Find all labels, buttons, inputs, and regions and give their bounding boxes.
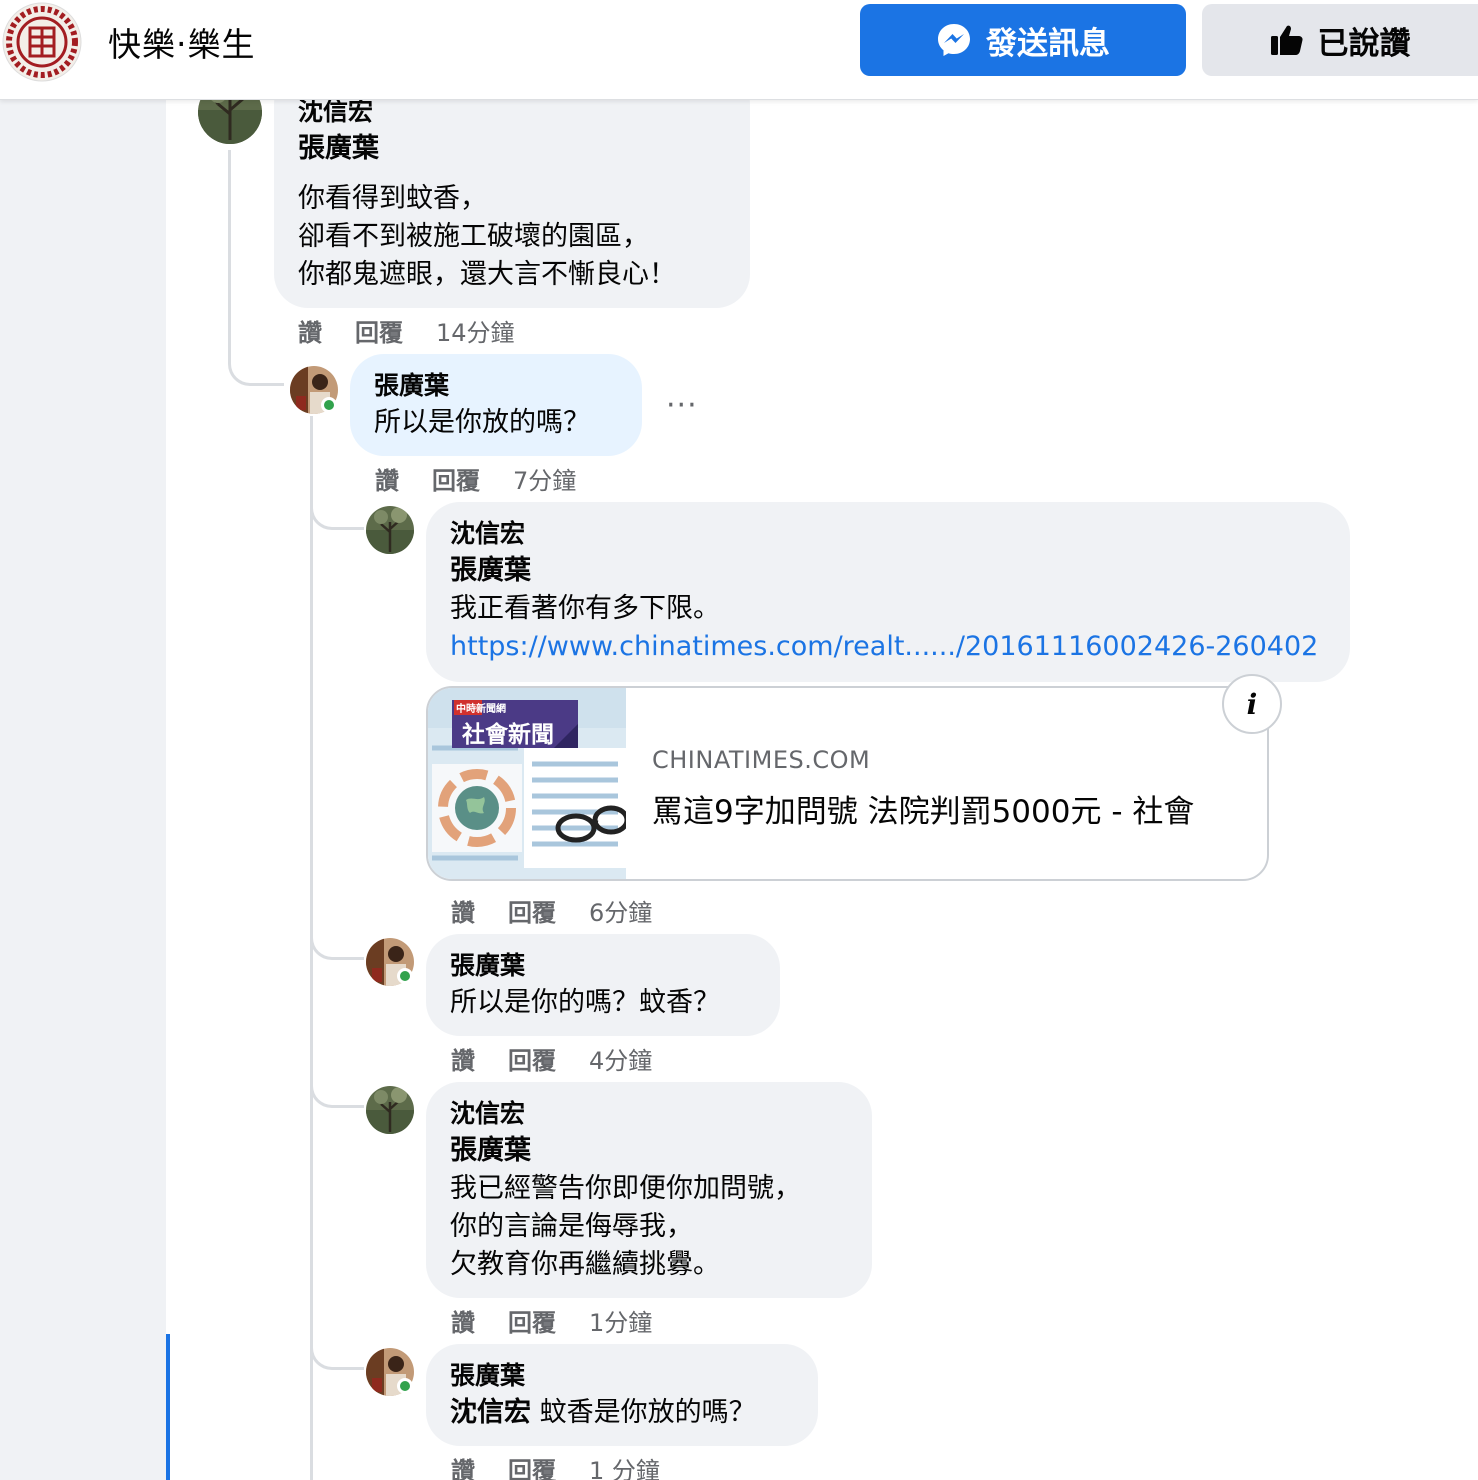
info-icon[interactable]: i: [1222, 674, 1282, 734]
like-link[interactable]: 讚: [451, 1041, 475, 1076]
comment-timestamp[interactable]: 4分鐘: [589, 1041, 652, 1076]
comment-text-line: 卻看不到被施工破壞的園區，: [298, 221, 649, 252]
link-preview-thumbnail: 中時新聞網 社會新聞: [428, 688, 630, 879]
comment-author[interactable]: 張廣葉: [450, 948, 756, 984]
comment-text-line: 你都鬼遮眼，還大言不慚良心！: [298, 259, 676, 290]
focus-indicator: [166, 1334, 170, 1480]
reply-link[interactable]: 回覆: [355, 313, 403, 348]
link-preview-card[interactable]: 中時新聞網 社會新聞 CHINATIMES.COM 罵這9字加問號 法院判罰50…: [426, 686, 1269, 881]
like-link[interactable]: 讚: [375, 461, 399, 496]
comment-actions: 讚 回覆 1 分鐘: [451, 1451, 660, 1480]
thread-line: [310, 500, 364, 530]
like-link[interactable]: 讚: [298, 313, 322, 348]
avatar[interactable]: [366, 1086, 414, 1134]
comment-actions: 讚 回覆 4分鐘: [451, 1041, 652, 1076]
online-status-indicator: [321, 397, 337, 413]
liked-label: 已說讚: [1317, 25, 1411, 62]
link-preview-domain: CHINATIMES.COM: [652, 746, 871, 774]
comment-author[interactable]: 沈信宏: [450, 1096, 848, 1132]
reply-link[interactable]: 回覆: [508, 1451, 556, 1480]
comment-text-line: 沈信宏 蚊香是你放的嗎？: [450, 1394, 794, 1432]
reply-link[interactable]: 回覆: [508, 1303, 556, 1338]
comment-bubble: 張廣葉 所以是你放的嗎？: [350, 354, 642, 456]
reply-link[interactable]: 回覆: [508, 1041, 556, 1076]
liked-button[interactable]: 已說讚: [1202, 4, 1478, 76]
comment-bubble: 沈信宏 張廣葉 你看得到蚊香， 卻看不到被施工破壞的園區， 你都鬼遮眼，還大言不…: [274, 70, 750, 308]
thread-line: [310, 928, 364, 960]
left-gutter: [0, 100, 166, 1480]
comment-bubble: 沈信宏 張廣葉 我已經警告你即便你加問號， 你的言論是侮辱我， 欠教育你再繼續挑…: [426, 1082, 872, 1298]
thread-line: [310, 1076, 364, 1108]
online-status-indicator: [397, 1378, 413, 1394]
comment-text-line: 所以是你的嗎？蚊香？: [450, 987, 720, 1018]
comment-timestamp[interactable]: 7分鐘: [513, 461, 576, 496]
comment-text-line: 欠教育你再繼續挑釁。: [450, 1249, 720, 1280]
comment-link[interactable]: https://www.chinatimes.com/realt....../2…: [450, 628, 1326, 666]
like-link[interactable]: 讚: [451, 893, 475, 928]
comment-bubble: 張廣葉 所以是你的嗎？蚊香？: [426, 934, 780, 1036]
comment-bubble: 張廣葉 沈信宏 蚊香是你放的嗎？: [426, 1344, 818, 1446]
reply-link[interactable]: 回覆: [432, 461, 480, 496]
online-status-indicator: [397, 968, 413, 984]
preview-badge-title: 社會新聞: [462, 721, 554, 748]
comment-mention[interactable]: 張廣葉: [450, 552, 1326, 590]
page-name[interactable]: 快樂‧樂生: [108, 18, 256, 66]
comment-text-line: 所以是你放的嗎？: [374, 407, 590, 438]
more-options-icon[interactable]: ···: [666, 388, 698, 423]
thread-line: [310, 1338, 364, 1370]
preview-badge-brand: 中時新聞網: [456, 702, 506, 715]
avatar[interactable]: [366, 506, 414, 554]
comment-timestamp[interactable]: 6分鐘: [589, 893, 652, 928]
comment-author[interactable]: 張廣葉: [450, 1358, 794, 1394]
comment-mention[interactable]: 張廣葉: [298, 130, 726, 168]
messenger-icon: [936, 22, 972, 58]
comment-actions: 讚 回覆 7分鐘: [375, 461, 576, 496]
comment-text: 蚊香是你放的嗎？: [539, 1397, 756, 1428]
comment-timestamp[interactable]: 1 分鐘: [589, 1451, 660, 1480]
comment-timestamp[interactable]: 14分鐘: [436, 313, 515, 348]
link-preview-title[interactable]: 罵這9字加問號 法院判罰5000元 - 社會: [652, 786, 1194, 831]
comment-mention[interactable]: 沈信宏: [450, 1397, 531, 1428]
comment-author[interactable]: 張廣葉: [374, 368, 618, 404]
comment-bubble: 沈信宏 張廣葉 我正看著你有多下限。 https://www.chinatime…: [426, 502, 1350, 682]
send-message-label: 發送訊息: [986, 25, 1110, 62]
like-link[interactable]: 讚: [451, 1451, 475, 1480]
reply-link[interactable]: 回覆: [508, 893, 556, 928]
page-header: 快樂‧樂生 發送訊息 已說讚: [0, 0, 1478, 100]
comment-actions: 讚 回覆 1分鐘: [451, 1303, 652, 1338]
comment-timestamp[interactable]: 1分鐘: [589, 1303, 652, 1338]
page-logo[interactable]: [2, 2, 82, 82]
like-link[interactable]: 讚: [451, 1303, 475, 1338]
comment-text-line: 你的言論是侮辱我，: [450, 1211, 693, 1242]
comment-text-line: 我正看著你有多下限。: [450, 593, 720, 624]
thumbs-up-icon: [1270, 23, 1304, 57]
comment-mention[interactable]: 張廣葉: [450, 1132, 848, 1170]
comment-actions: 讚 回覆 14分鐘: [298, 313, 515, 348]
comment-actions: 讚 回覆 6分鐘: [451, 893, 652, 928]
comment-author[interactable]: 沈信宏: [450, 516, 1326, 552]
comment-text-line: 我已經警告你即便你加問號，: [450, 1173, 801, 1204]
send-message-button[interactable]: 發送訊息: [860, 4, 1186, 76]
comment-text-line: 你看得到蚊香，: [298, 183, 487, 214]
